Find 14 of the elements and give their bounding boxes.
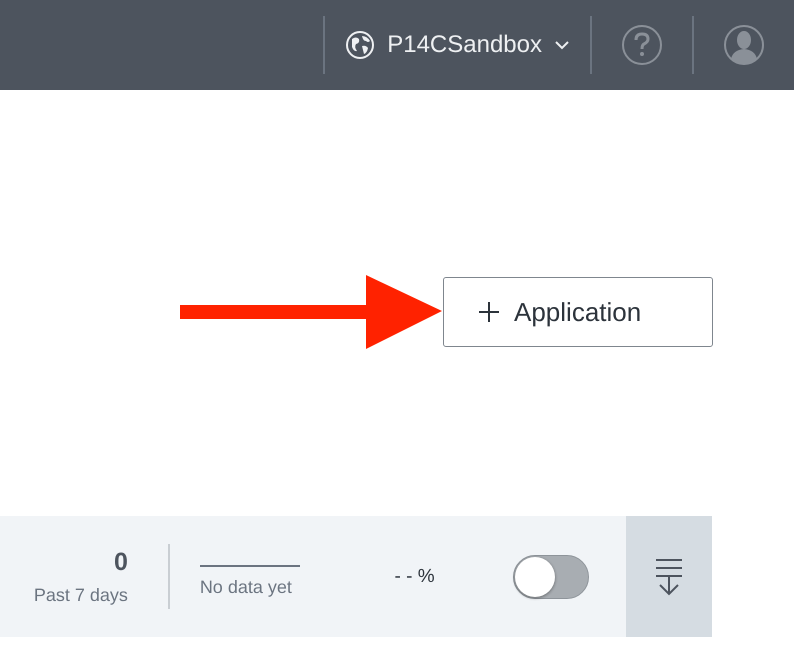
user-avatar-icon [723,24,765,66]
no-data-label: No data yet [200,577,293,598]
globe-icon [345,30,376,60]
period-label: Past 7 days [34,584,128,606]
add-application-button[interactable]: Application [443,277,713,347]
help-icon [621,24,663,66]
plus-icon [478,301,500,323]
workspace-dropdown[interactable]: P14CSandbox [325,30,590,60]
percent-value: - - % [394,564,436,588]
chevron-down-icon [554,40,570,50]
expand-down-icon [654,556,684,596]
toggle-switch[interactable] [513,554,590,598]
expand-button[interactable] [626,516,712,637]
count-value: 0 [114,548,128,576]
